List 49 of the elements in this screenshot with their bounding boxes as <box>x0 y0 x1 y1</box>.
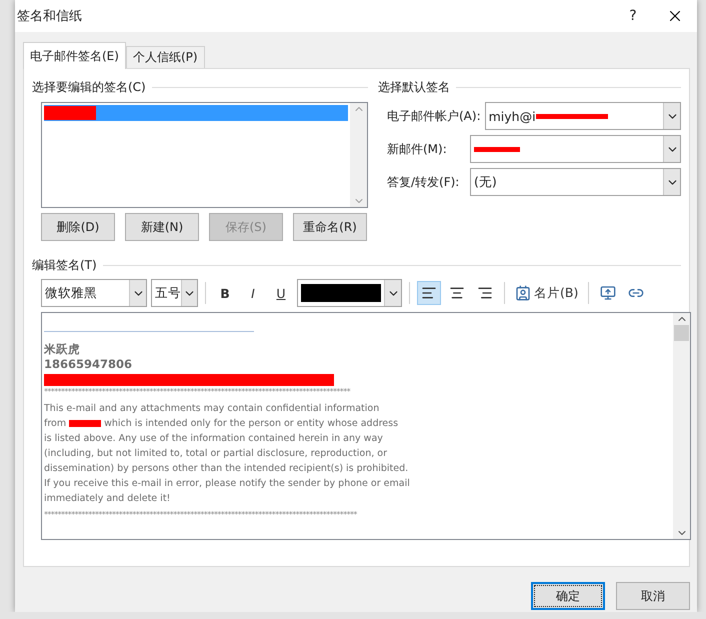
separator-line: ****************************************************************************************** <box>44 386 352 398</box>
dropdown-field[interactable]: (无) <box>470 168 681 196</box>
contact-card-icon <box>515 285 531 301</box>
signature-button[interactable]: 重命名(R) <box>293 213 367 241</box>
disclaimer-text: (including, but not limited to, total or partial disclosure, reproduction, or <box>44 447 387 461</box>
section-heading: 选择要编辑的签名(C) <box>32 79 146 96</box>
color-dropdown[interactable] <box>297 279 402 307</box>
disclaimer-text: If you receive this e-mail in error, please notify the sender by phone or email <box>44 477 410 491</box>
underline-button[interactable]: U <box>269 281 293 305</box>
signature-phone: 18665947806 <box>44 357 134 372</box>
bold-button[interactable]: B <box>213 281 237 305</box>
signature-name: 米跃虎 <box>44 342 81 357</box>
align-left-icon <box>421 285 437 301</box>
disclaimer-text: dissemination) by persons other than the intended recipient(s) is prohibited. <box>44 462 408 476</box>
field-value: miyh@i <box>488 108 536 124</box>
business-card-button[interactable]: 名片(B) <box>512 281 582 305</box>
signature-editor[interactable] <box>41 312 691 540</box>
align-button[interactable] <box>417 281 441 305</box>
help-button[interactable]: ? <box>613 8 653 24</box>
tab[interactable]: 电子邮件签名(E) <box>23 42 126 69</box>
disclaimer-text: This e-mail and any attachments may contain confidential information <box>44 402 380 416</box>
monitor-icon <box>600 285 616 301</box>
font-dropdown[interactable]: 微软雅黑 <box>41 279 147 307</box>
dialog-button[interactable]: 取消 <box>616 582 690 610</box>
align-right-icon <box>477 285 493 301</box>
dropdown-field[interactable] <box>470 135 681 163</box>
disclaimer-text: is listed above. Any use of the information contained herein in any way <box>44 432 383 446</box>
disclaimer-text: which is intended only for the person or entity whose address <box>104 417 398 431</box>
scrollbar[interactable] <box>673 313 690 539</box>
separator-line: ******************************************************************************************** <box>44 509 358 521</box>
align-center-icon <box>449 285 465 301</box>
field-label: 新邮件(M): <box>387 140 448 158</box>
disclaimer-text: from <box>44 417 66 431</box>
signature-button[interactable]: 新建(N) <box>125 213 199 241</box>
field-label: 电子邮件帐户(A): <box>387 108 482 124</box>
signature-button[interactable]: 删除(D) <box>41 213 115 241</box>
section-heading: 编辑签名(T) <box>32 257 97 274</box>
size-dropdown[interactable]: 五号 <box>151 279 198 307</box>
field-label: 答复/转发(F): <box>387 174 460 190</box>
italic-button[interactable]: I <box>241 281 265 305</box>
signature-list[interactable] <box>41 102 368 208</box>
field-value: (无) <box>474 174 497 190</box>
dropdown-field[interactable]: miyh@i <box>484 102 681 130</box>
window-title: 签名和信纸 <box>16 8 82 25</box>
tab[interactable]: 个人信纸(P) <box>126 46 205 68</box>
scroll-thumb[interactable] <box>674 325 689 341</box>
dialog-button[interactable]: 确定 <box>531 582 605 610</box>
section-heading: 选择默认签名 <box>378 79 450 96</box>
disclaimer-text: immediately and delete it! <box>44 492 170 506</box>
